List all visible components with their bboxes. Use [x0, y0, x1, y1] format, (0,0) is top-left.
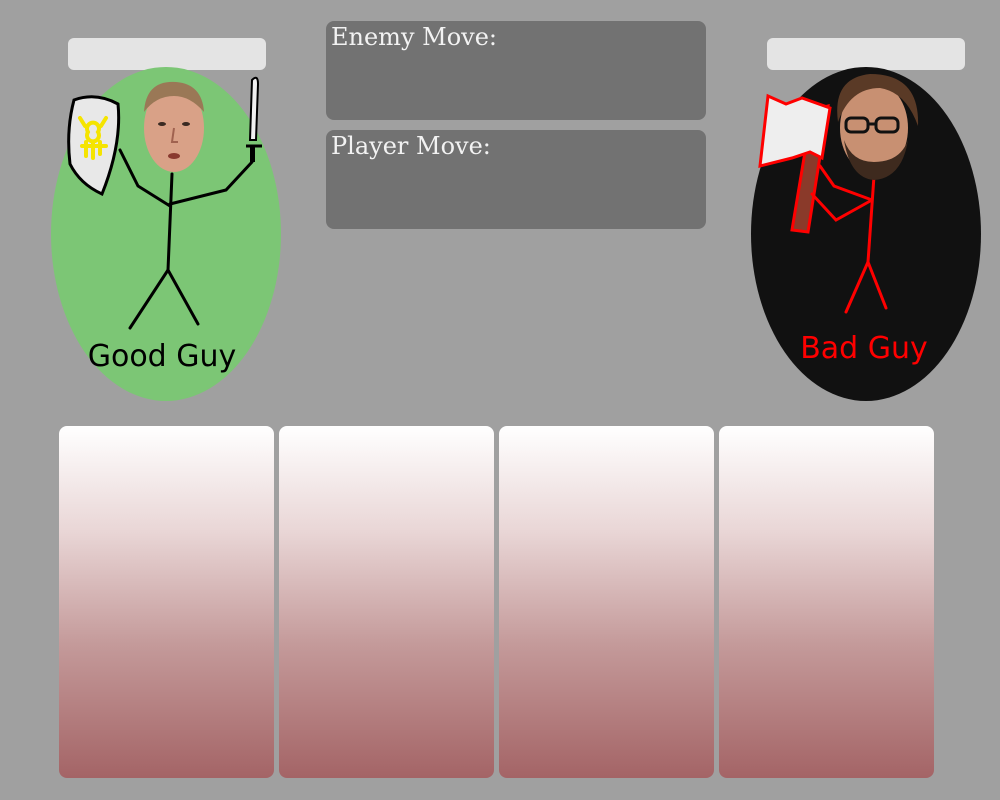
action-card-4[interactable]	[719, 426, 934, 778]
player-move-label: Player Move:	[331, 132, 491, 160]
action-card-1[interactable]	[59, 426, 274, 778]
player-name-label: Good Guy	[88, 339, 237, 374]
player-portrait: Good Guy	[50, 66, 282, 402]
enemy-move-label: Enemy Move:	[331, 23, 497, 51]
player-face	[144, 81, 204, 172]
enemy-move-panel: Enemy Move:	[326, 21, 706, 120]
action-card-2[interactable]	[279, 426, 494, 778]
action-card-3[interactable]	[499, 426, 714, 778]
enemy-name-label: Bad Guy	[800, 331, 928, 366]
player-move-panel: Player Move:	[326, 130, 706, 229]
enemy-portrait: Bad Guy	[750, 66, 982, 402]
